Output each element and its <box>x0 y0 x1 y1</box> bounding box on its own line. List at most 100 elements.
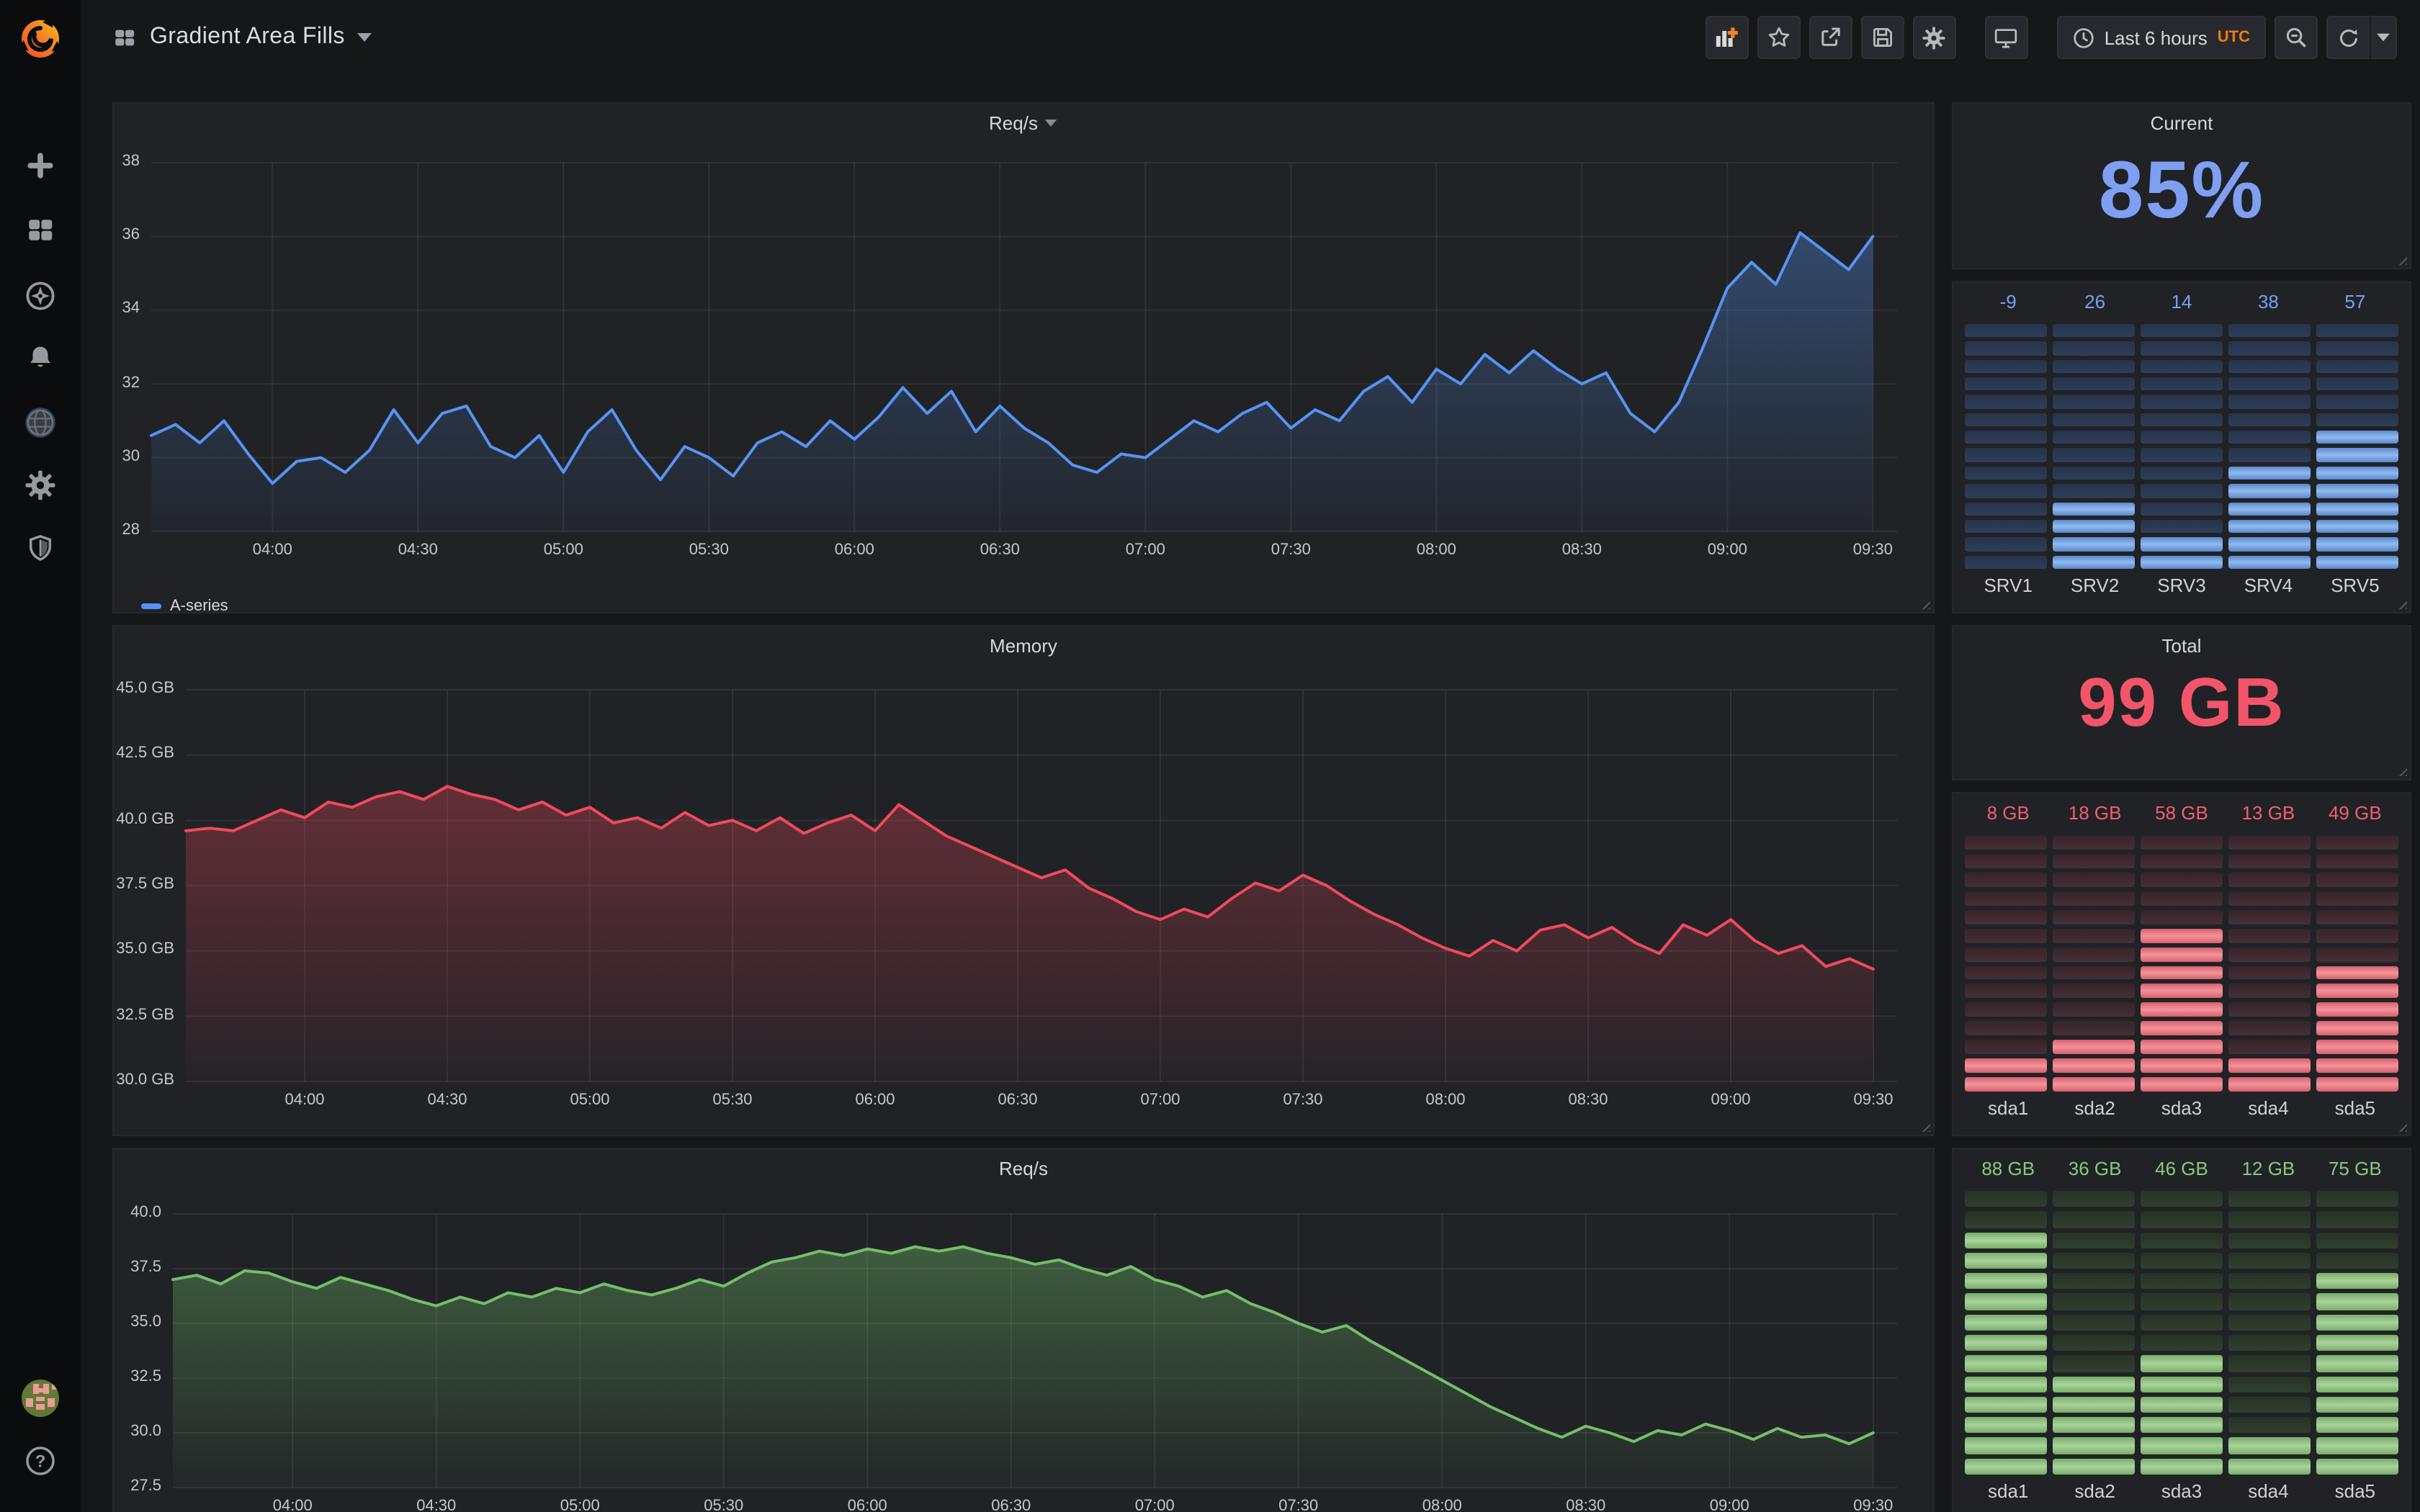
bar-gauge-cell <box>2141 966 2223 980</box>
chart-plot-area[interactable] <box>114 1149 1933 1512</box>
panel-resize-handle[interactable] <box>2397 766 2407 776</box>
save-button[interactable] <box>1861 16 1904 59</box>
bar-gauge-value: 49 GB <box>2312 802 2398 831</box>
y-axis-label: 30 <box>122 448 140 465</box>
y-axis-label: 30.0 GB <box>116 1071 174 1089</box>
bar-gauge-cell <box>1965 966 2047 980</box>
bar-gauge-cell <box>2053 1273 2135 1290</box>
bar-gauge-value: 38 <box>2225 291 2311 320</box>
bar-gauge-cell <box>2053 449 2135 462</box>
bar-gauge-value: 26 <box>2051 291 2138 320</box>
bar-gauge-cell <box>2228 910 2311 924</box>
bar-gauge-cell <box>2228 835 2311 850</box>
bar-gauge-cell <box>2141 1376 2223 1392</box>
bar-gauge-cell <box>2053 854 2135 868</box>
bar-gauge-cell <box>2316 377 2398 391</box>
bar-gauge-cell <box>2228 395 2311 409</box>
bar-gauge-cell <box>2141 1273 2223 1290</box>
refresh-icon[interactable] <box>2328 16 2371 59</box>
bar-gauge-cell <box>1965 928 2047 942</box>
bar-gauge-cell <box>2141 1335 2223 1351</box>
bar-gauge-cell <box>2228 1077 2311 1092</box>
panel-total-stat: Total 99 GB <box>1952 625 2411 780</box>
zoom-out-button[interactable] <box>2275 16 2318 59</box>
bar-gauge-cell <box>2053 324 2135 338</box>
bar-gauge-cell <box>2316 1058 2398 1073</box>
grafana-logo[interactable] <box>14 13 66 65</box>
bar-gauge-value: 14 <box>2138 291 2225 320</box>
legend-item[interactable]: A-series <box>141 598 228 613</box>
chart-plot-area[interactable] <box>114 626 1933 1135</box>
panel-header-total[interactable]: Total <box>1953 626 2410 664</box>
plus-accent <box>1728 27 1738 37</box>
chart-plot-area[interactable] <box>114 104 1933 612</box>
bar-gauge-cell <box>2141 910 2223 924</box>
x-axis-label: 09:00 <box>1695 1498 1764 1512</box>
panel-resize-handle[interactable] <box>2397 1122 2407 1132</box>
bar-gauge-cell <box>2228 449 2311 462</box>
bar-gauge-column <box>1965 324 2047 569</box>
bar-gauge-cell <box>2141 1040 2223 1054</box>
refresh-button[interactable] <box>2326 16 2397 59</box>
add-panel-button[interactable] <box>1706 16 1749 59</box>
bar-gauge-cell <box>1965 467 2047 480</box>
globe-icon[interactable] <box>24 406 57 439</box>
y-axis-label: 32.5 <box>130 1368 161 1385</box>
alerting-bell-icon[interactable] <box>25 343 55 373</box>
bar-gauge-cell <box>2141 1458 2223 1475</box>
bar-gauge-category: SRV5 <box>2312 575 2398 603</box>
bar-gauge-cell <box>1965 984 2047 999</box>
bar-gauge-cell <box>2316 1294 2398 1310</box>
time-range-picker[interactable]: Last 6 hours UTC <box>2057 16 2266 59</box>
bar-gauge-cell <box>2316 342 2398 356</box>
bar-gauge-cell <box>2228 873 2311 887</box>
bar-gauge-category: sda3 <box>2138 1480 2225 1509</box>
bar-gauge-column <box>2141 1191 2223 1475</box>
share-button[interactable] <box>1809 16 1852 59</box>
title-caret-icon[interactable] <box>358 33 372 42</box>
x-axis-label: 07:00 <box>1126 1092 1195 1109</box>
dashboard-settings-button[interactable] <box>1913 16 1956 59</box>
x-axis-label: 06:30 <box>965 541 1034 559</box>
create-plus-icon[interactable] <box>24 150 56 181</box>
bar-gauge: 88 GB36 GB46 GB12 GB75 GBsda1sda2sda3sda… <box>1965 1158 2398 1509</box>
x-axis-label: 05:30 <box>674 541 743 559</box>
bar-gauge-cell <box>1965 1294 2047 1310</box>
bar-gauge-cell <box>2228 359 2311 373</box>
bar-gauge-cell <box>2141 342 2223 356</box>
bar-gauge-value: 75 GB <box>2312 1158 2398 1187</box>
dashboards-icon[interactable] <box>25 216 55 246</box>
bar-gauge-cell <box>2141 947 2223 961</box>
help-icon[interactable]: ? <box>24 1444 57 1477</box>
user-avatar[interactable] <box>22 1380 59 1417</box>
bar-gauge-cell <box>2141 1191 2223 1207</box>
bar-gauge-cell <box>2141 1397 2223 1413</box>
x-axis-label: 07:00 <box>1111 541 1180 559</box>
cycle-view-button[interactable] <box>1985 16 2028 59</box>
configuration-gear-icon[interactable] <box>24 469 56 501</box>
bar-gauge-cell <box>2228 1253 2311 1269</box>
bar-gauge-category: SRV3 <box>2138 575 2225 603</box>
bar-gauge-cell <box>2228 324 2311 338</box>
panel-header-current[interactable]: Current <box>1953 104 2410 141</box>
bar-gauge-cell <box>2141 484 2223 498</box>
panel-resize-handle[interactable] <box>2397 599 2407 609</box>
bar-gauge-cell <box>2316 359 2398 373</box>
refresh-interval-caret[interactable] <box>2371 16 2396 59</box>
admin-shield-icon[interactable] <box>25 533 55 563</box>
bar-gauge-cell <box>1965 395 2047 409</box>
x-axis-label: 04:00 <box>270 1092 339 1109</box>
breadcrumb[interactable]: Gradient Area Fills <box>112 24 372 50</box>
bar-gauge-cell <box>2053 1077 2135 1092</box>
bar-gauge-value: 58 GB <box>2138 802 2225 831</box>
bar-gauge-labels: sda1sda2sda3sda4sda5 <box>1965 1480 2398 1509</box>
bar-gauge-cell <box>1965 359 2047 373</box>
explore-compass-icon[interactable] <box>24 279 57 312</box>
y-axis-label: 28 <box>122 521 140 539</box>
panel-resize-handle[interactable] <box>2397 255 2407 265</box>
bar-gauge-cell <box>2316 1212 2398 1228</box>
bar-gauge-category: sda5 <box>2312 1097 2398 1126</box>
star-button[interactable] <box>1757 16 1801 59</box>
bar-gauge-cell <box>2228 1458 2311 1475</box>
bar-gauge-column <box>2316 835 2398 1092</box>
